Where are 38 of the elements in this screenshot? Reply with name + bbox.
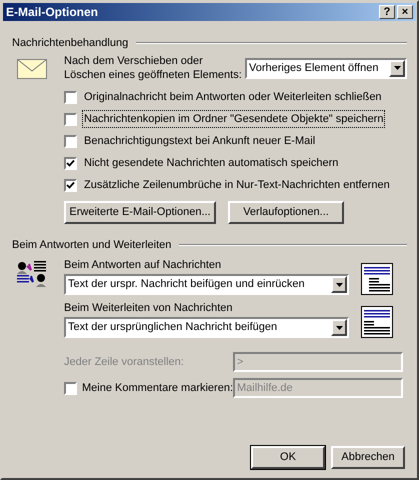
layout-preview-icon: [361, 263, 393, 295]
check-icon: [66, 180, 75, 190]
check-icon: [66, 158, 75, 168]
checkbox-label[interactable]: Originalnachricht beim Antworten oder Weiterleiten schließen: [82, 88, 384, 106]
dialog-button[interactable]: Verlaufoptionen...: [228, 201, 344, 224]
field-label: Nach dem Verschieben oder Löschen eines geöffneten Elements:: [64, 54, 242, 82]
field-label: Jeder Zeile voranstellen:: [64, 354, 184, 370]
checkbox[interactable]: [64, 134, 77, 148]
caret-icon: [336, 326, 342, 330]
dropdown-arrow-button[interactable]: [331, 319, 347, 336]
checkbox[interactable]: [64, 90, 77, 104]
checkbox-label[interactable]: Nachrichtenkopien im Ordner "Gesendete Objekte" speichern: [82, 110, 386, 128]
caret-icon: [336, 282, 342, 286]
dialog-button[interactable]: OK: [251, 446, 325, 469]
dropdown[interactable]: Vorheriges Element öffnen: [245, 58, 407, 78]
field-label: Beim Weiterleiten von Nachrichten: [64, 301, 234, 315]
checkbox[interactable]: [64, 178, 77, 192]
layout-preview-icon: [361, 306, 393, 338]
envelope-icon: [17, 59, 47, 79]
dropdown-arrow-button[interactable]: [331, 276, 347, 293]
section-heading: Beim Antworten und Weiterleiten: [12, 238, 172, 253]
dropdown[interactable]: Text der ursprünglichen Nachricht beifügen: [64, 317, 349, 338]
checkbox[interactable]: [64, 112, 77, 126]
dropdown-arrow-button[interactable]: [389, 60, 405, 76]
dialog-button[interactable]: Abbrechen: [331, 446, 405, 469]
field-label: Beim Antworten auf Nachrichten: [64, 258, 222, 272]
reply-forward-icon: [16, 260, 48, 288]
section-heading: Nachrichtenbehandlung: [12, 36, 128, 51]
checkbox-label[interactable]: Zusätzliche Zeilenumbrüche in Nur-Text-Nachrichten entfernen: [82, 176, 392, 194]
caret-icon: [394, 66, 400, 70]
checkbox-label[interactable]: Nicht gesendete Nachrichten automatisch speichern: [82, 154, 340, 172]
dialog-button[interactable]: Erweiterte E-Mail-Optionen...: [64, 201, 216, 224]
close-button[interactable]: ×: [397, 5, 413, 19]
help-button[interactable]: ?: [379, 5, 395, 19]
checkbox-label[interactable]: Benachrichtigungstext bei Ankunft neuer E-Mail: [82, 132, 318, 150]
window-title: E-Mail-Optionen: [6, 4, 99, 21]
dropdown[interactable]: Text der urspr. Nachricht beifügen und einrücken: [64, 274, 349, 295]
checkbox[interactable]: [64, 156, 77, 170]
